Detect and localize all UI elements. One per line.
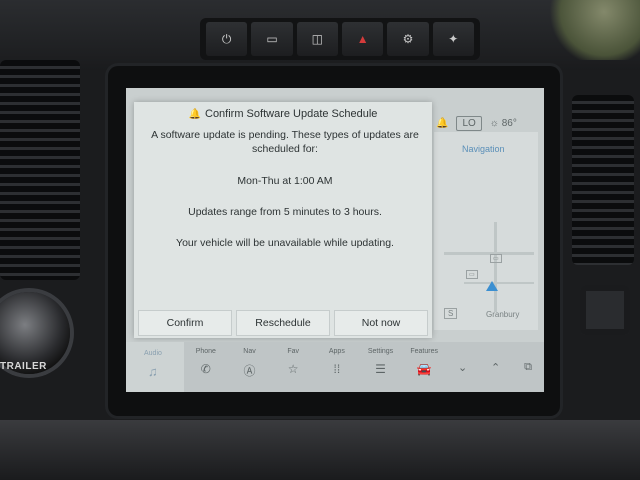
confirm-button[interactable]: Confirm	[138, 310, 232, 336]
assist-button[interactable]: ✦	[432, 22, 474, 56]
dock-nav-label: Nav	[243, 348, 256, 355]
dialog-schedule: Mon-Thu at 1:00 AM	[237, 175, 333, 187]
dock-apps[interactable]: Apps ⁞⁞	[315, 342, 359, 392]
dialog-body: A software update is pending. These type…	[144, 128, 426, 250]
infotainment-screen: 🔔 LO ☼ 86° Navigation ▭ ▭ S Granbury 🔔 Co…	[126, 88, 544, 392]
map-road	[464, 282, 534, 284]
map-city-label: Granbury	[486, 310, 520, 319]
dock-audio-label: Audio	[144, 350, 162, 357]
apps-grid-icon: ⁞⁞	[333, 362, 341, 376]
dialog-title-text: Confirm Software Update Schedule	[205, 108, 378, 120]
dialog-button-row: Confirm Reschedule Not now	[138, 310, 428, 336]
air-vent-right	[572, 95, 634, 265]
temperature-readout: ☼ 86°	[490, 118, 517, 129]
dock-fav-label: Fav	[287, 348, 300, 355]
window-foliage	[550, 0, 640, 60]
dock-nav[interactable]: Nav Ⓐ	[228, 342, 272, 392]
dialog-duration: Updates range from 5 minutes to 3 hours.	[188, 206, 382, 218]
navigation-arrow-icon	[486, 281, 498, 291]
not-now-button[interactable]: Not now	[334, 310, 428, 336]
power-button[interactable]: ⏻	[206, 22, 248, 56]
route-shield-icon: ▭	[490, 254, 502, 263]
star-icon: ☆	[287, 362, 299, 376]
thermometer-icon: ☼	[489, 117, 499, 129]
dock-features[interactable]: Features 🚘	[402, 342, 446, 392]
dock-apps-label: Apps	[328, 348, 345, 355]
dock-settings[interactable]: Settings ☰	[359, 342, 403, 392]
dock-items: Phone ✆ Nav Ⓐ Fav ☆ Apps ⁞⁞ Settings ☰ F…	[184, 342, 446, 392]
map-road	[444, 252, 534, 255]
chevron-down-icon[interactable]: ⌄	[458, 361, 467, 374]
compass-heading: S	[444, 308, 458, 319]
dialog-title: 🔔 Confirm Software Update Schedule	[134, 108, 432, 120]
navigation-panel[interactable]	[434, 132, 538, 330]
dialog-warning: Your vehicle will be unavailable while u…	[176, 237, 394, 249]
navigation-title[interactable]: Navigation	[462, 144, 505, 154]
dock-fav[interactable]: Fav ☆	[271, 342, 315, 392]
dock-extra-controls: ⌄ ⌃ ⧉	[446, 342, 544, 392]
bell-icon: 🔔	[188, 109, 201, 120]
route-shield-icon: ▭	[466, 270, 478, 279]
music-note-icon: ♫	[148, 364, 158, 379]
map-road	[494, 222, 497, 312]
temperature-value: 86°	[501, 117, 517, 129]
copy-windows-icon[interactable]: ⧉	[524, 361, 532, 374]
dock-audio[interactable]: Audio ♫	[126, 342, 184, 392]
car-icon: 🚘	[416, 362, 432, 376]
sliders-icon: ☰	[375, 362, 386, 376]
dock-features-label: Features	[410, 348, 438, 355]
dash-switch[interactable]	[580, 285, 630, 335]
dock-phone[interactable]: Phone ✆	[184, 342, 228, 392]
bottom-dock: Audio ♫ Phone ✆ Nav Ⓐ Fav ☆ Apps ⁞⁞ Sett…	[126, 342, 544, 392]
dock-settings-label: Settings	[367, 348, 394, 355]
trailer-knob-label: TRAILER	[0, 361, 47, 372]
phone-icon: ✆	[200, 362, 211, 376]
dock-phone-label: Phone	[195, 348, 216, 355]
bell-status-icon: 🔔	[436, 117, 449, 129]
hardware-button-strip: ⏻ ▭ ◫ ▲ ⚙ ✦	[200, 18, 480, 60]
traction-button[interactable]: ⚙	[387, 22, 429, 56]
air-vent-left	[0, 60, 80, 280]
software-update-dialog: 🔔 Confirm Software Update Schedule A soft…	[134, 102, 432, 338]
hazard-button[interactable]: ▲	[341, 22, 384, 56]
reschedule-button[interactable]: Reschedule	[236, 310, 330, 336]
dialog-message: A software update is pending. These type…	[151, 129, 419, 155]
dashboard-bottom	[0, 420, 640, 480]
nav-compass-icon: Ⓐ	[243, 364, 256, 378]
chevron-up-icon[interactable]: ⌃	[491, 361, 500, 374]
fan-level-badge[interactable]: LO	[456, 115, 482, 131]
mode-button[interactable]: ◫	[296, 22, 338, 56]
media-button[interactable]: ▭	[251, 22, 293, 56]
